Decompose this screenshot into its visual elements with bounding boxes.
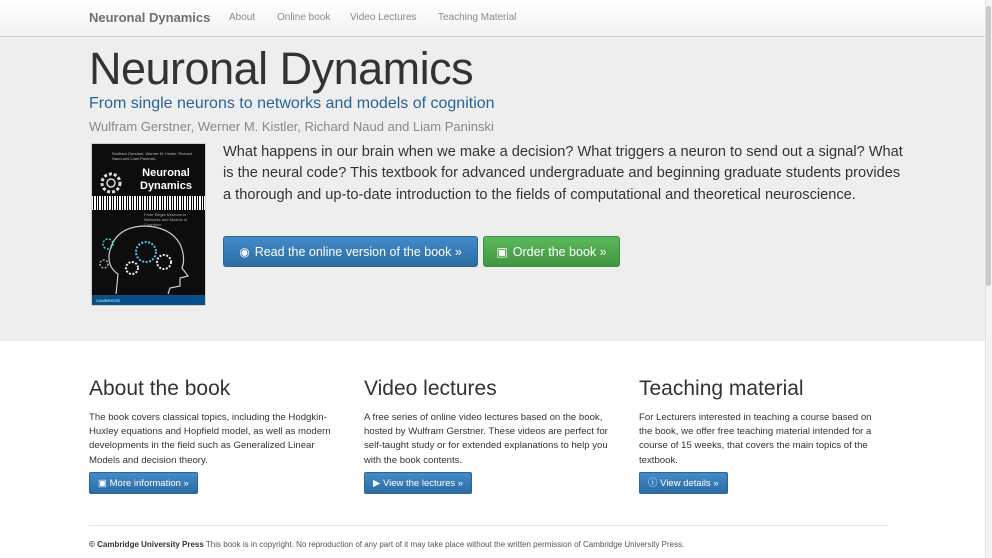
teaching-heading: Teaching material [639,377,804,400]
gear-icon [100,172,122,194]
footer-publisher: © Cambridge University Press [89,540,204,549]
brain-head-icon [99,225,190,295]
play-icon: ▶ [373,478,381,489]
cover-publisher: CAMBRIDGE [96,298,121,303]
view-details-label: View details » [660,478,719,489]
nav-link-about[interactable]: About [229,12,255,23]
view-lectures-label: View the lectures » [382,478,464,489]
shopping-cart-icon: ▣ [496,245,508,259]
view-lectures-button[interactable]: ▶ View the lectures » [364,472,473,494]
book-icon: ▣ [98,478,107,489]
order-book-label: Order the book » [512,245,607,259]
video-column: Video lectures A free series of online v… [364,376,609,468]
order-book-button[interactable]: ▣ Order the book » [483,236,620,267]
nav-link-video-lectures[interactable]: Video Lectures [350,12,417,23]
read-online-button[interactable]: ◉ Read the online version of the book » [223,236,478,267]
nav-link-teaching-material[interactable]: Teaching Material [438,12,516,23]
navbar-brand[interactable]: Neuronal Dynamics [89,10,210,25]
about-text: The book covers classical topics, includ… [89,412,331,466]
page-subtitle: From single neurons to networks and mode… [89,95,495,112]
video-heading: Video lectures [364,377,497,400]
footer: © Cambridge University Press This book i… [89,540,684,549]
scrollbar-thumb[interactable] [986,6,991,286]
nav-link-online-book[interactable]: Online book [277,12,330,23]
footer-divider [89,525,889,526]
cover-title: Neuronal Dynamics [140,167,192,192]
book-cover-image: Wulfram Gerstner, Werner M. Kistler, Ric… [91,143,206,306]
authors-line: Wulfram Gerstner, Werner M. Kistler, Ric… [89,119,494,134]
about-heading: About the book [89,377,231,400]
about-column: About the book The book covers classical… [89,376,334,468]
video-text: A free series of online video lectures b… [364,412,608,466]
footer-notice: This book is in copyright. No reproducti… [205,540,685,549]
cover-barcode-stripe [92,196,205,210]
page-title: Neuronal Dynamics [89,43,474,94]
teaching-text: For Lecturers interested in teaching a c… [639,412,872,466]
more-information-button[interactable]: ▣ More information » [89,472,198,494]
globe-icon: ◉ [239,245,250,259]
top-navbar: Neuronal Dynamics About Online book Vide… [0,0,992,37]
info-icon: ⓘ [648,478,658,489]
cover-publisher-band: CAMBRIDGE [92,295,205,305]
teaching-column: Teaching material For Lecturers interest… [639,376,884,468]
view-details-button[interactable]: ⓘ View details » [639,472,728,494]
page-scrollbar[interactable] [985,0,992,558]
book-description: What happens in our brain when we make a… [223,144,903,203]
cover-authors: Wulfram Gerstner, Werner M. Kistler, Ric… [112,151,193,161]
read-online-label: Read the online version of the book » [254,245,462,259]
more-information-label: More information » [109,478,189,489]
